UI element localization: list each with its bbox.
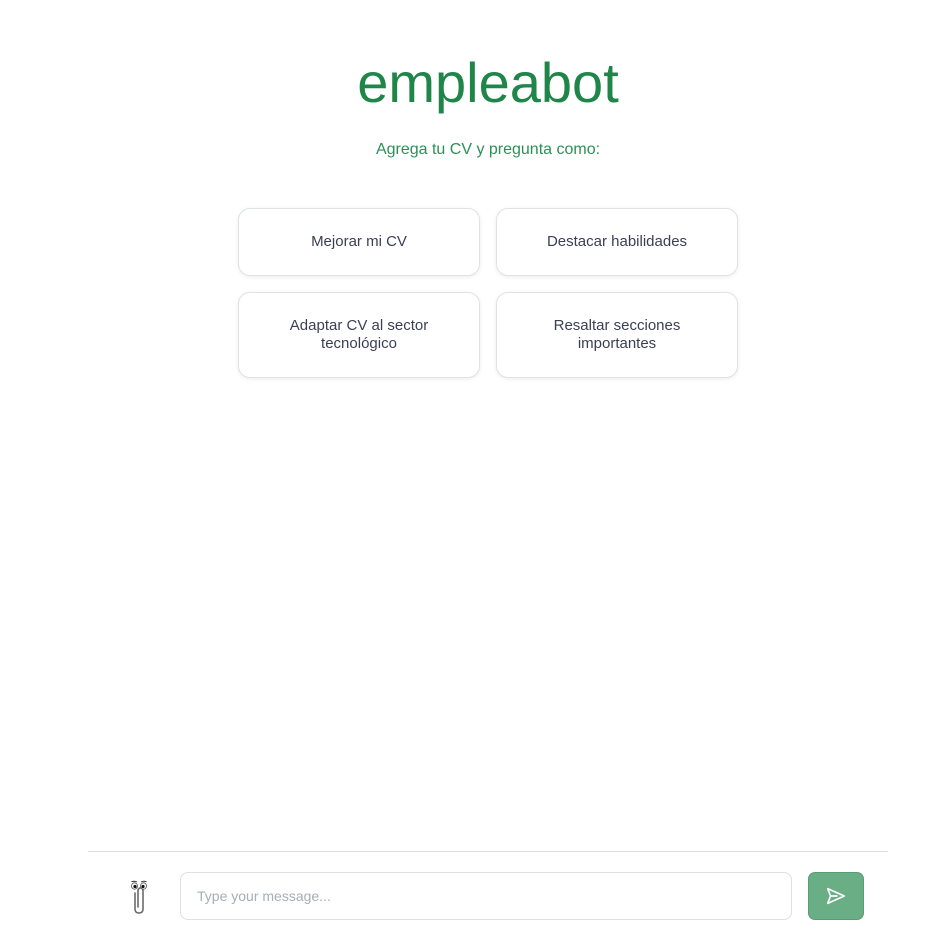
suggestion-label: Adaptar CV al sector tecnológico bbox=[289, 317, 429, 352]
suggestion-label: Resaltar secciones importantes bbox=[553, 317, 681, 352]
suggestion-card-adaptar-cv[interactable]: Adaptar CV al sector tecnológico bbox=[238, 292, 480, 378]
suggestion-card-resaltar-secciones[interactable]: Resaltar secciones importantes bbox=[496, 292, 738, 378]
message-input[interactable] bbox=[180, 872, 792, 920]
suggestion-card-destacar-habilidades[interactable]: Destacar habilidades bbox=[496, 208, 738, 276]
suggestion-label: Destacar habilidades bbox=[546, 233, 688, 250]
send-icon bbox=[826, 887, 846, 905]
attach-cv-button[interactable] bbox=[124, 878, 154, 916]
paperclip-icon bbox=[131, 880, 147, 914]
suggestion-label: Mejorar mi CV bbox=[311, 233, 407, 250]
suggestion-card-mejorar-cv[interactable]: Mejorar mi CV bbox=[238, 208, 480, 276]
app-subtitle: Agrega tu CV y pregunta como: bbox=[375, 141, 601, 158]
app-title: empleabot bbox=[357, 51, 619, 114]
composer-divider bbox=[88, 851, 888, 852]
chat-page: empleabot Agrega tu CV y pregunta como: … bbox=[0, 0, 927, 930]
send-button[interactable] bbox=[808, 872, 864, 920]
